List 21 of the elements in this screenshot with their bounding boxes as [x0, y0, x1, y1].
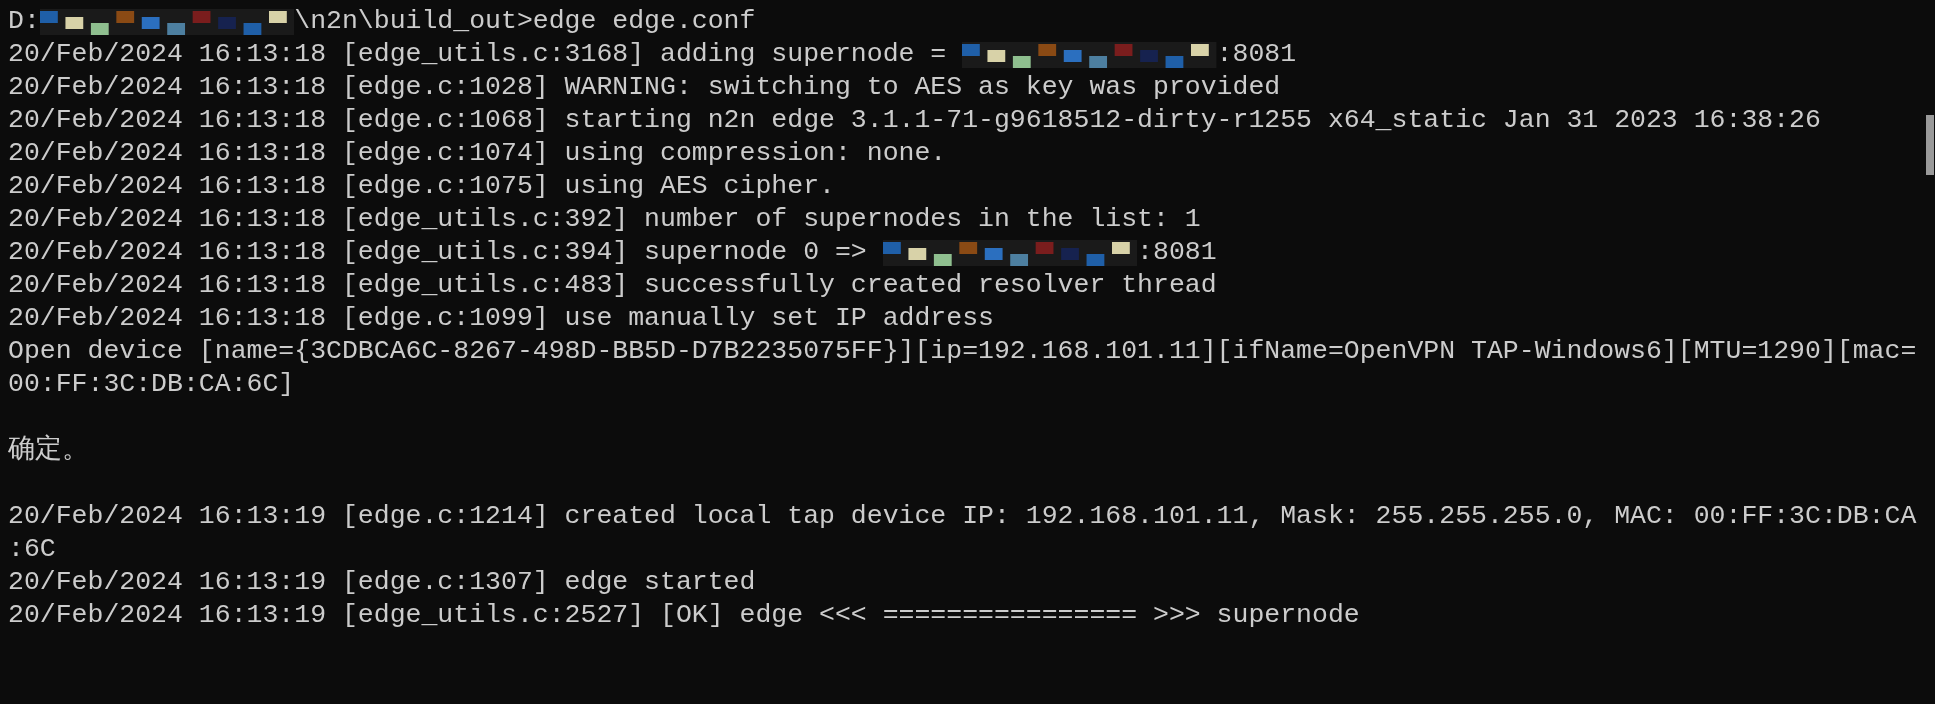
terminal-text: 确定。: [8, 434, 89, 467]
terminal-text: 20/Feb/2024 16:13:18 [edge_utils.c:3168] adding supernode =: [8, 38, 948, 71]
terminal-text: D:: [8, 5, 40, 38]
scrollbar-thumb[interactable]: [1926, 115, 1934, 175]
terminal-text: 00:FF:3C:DB:CA:6C]: [8, 368, 295, 401]
terminal-text: 20/Feb/2024 16:13:18 [edge_utils.c:483] successfully created resolver thread: [8, 269, 1217, 302]
terminal-text: 20/Feb/2024 16:13:18 [edge.c:1075] using AES cipher.: [8, 170, 835, 203]
terminal-text: 20/Feb/2024 16:13:19 [edge.c:1307] edge started: [8, 566, 756, 599]
terminal-text: 20/Feb/2024 16:13:18 [edge.c:1099] use manually set IP address: [8, 302, 994, 335]
terminal-text: 20/Feb/2024 16:13:18 [edge.c:1028] WARNING: switching to AES as key was provided: [8, 71, 1281, 104]
terminal-text: 20/Feb/2024 16:13:18 [edge.c:1074] using compression: none.: [8, 137, 947, 170]
terminal-text: 20/Feb/2024 16:13:18 [edge_utils.c:394] supernode 0 =>: [8, 236, 868, 269]
terminal-text: 20/Feb/2024 16:13:18 [edge_utils.c:392] number of supernodes in the list: 1: [8, 203, 1201, 236]
terminal-text: Open device [name={3CDBCA6C-8267-498D-BB5D-D7B2235075FF}][ip=192.168.101.11][ifName=OpenVPN TAP-Windows6][MTU=1290][mac=: [8, 335, 1917, 368]
terminal-text: :6C: [8, 533, 56, 566]
terminal-text: :8081: [1216, 38, 1297, 71]
terminal-text: \n2n\build_out>edge edge.conf: [294, 5, 756, 38]
terminal-text: 20/Feb/2024 16:13:19 [edge_utils.c:2527] [OK] edge <<< ================ >>> supernode: [8, 599, 1360, 632]
terminal-text: 20/Feb/2024 16:13:18 [edge.c:1068] starting n2n edge 3.1.1-71-g9618512-dirty-r1255 x64_static Jan 31 2023 16:38:26: [8, 104, 1821, 137]
terminal-text: :8081: [1137, 236, 1217, 269]
terminal-text: 20/Feb/2024 16:13:19 [edge.c:1214] created local tap device IP: 192.168.101.11, Mask: 255.255.255.0, MAC: 00:FF:3C:DB:CA: [8, 500, 1917, 533]
